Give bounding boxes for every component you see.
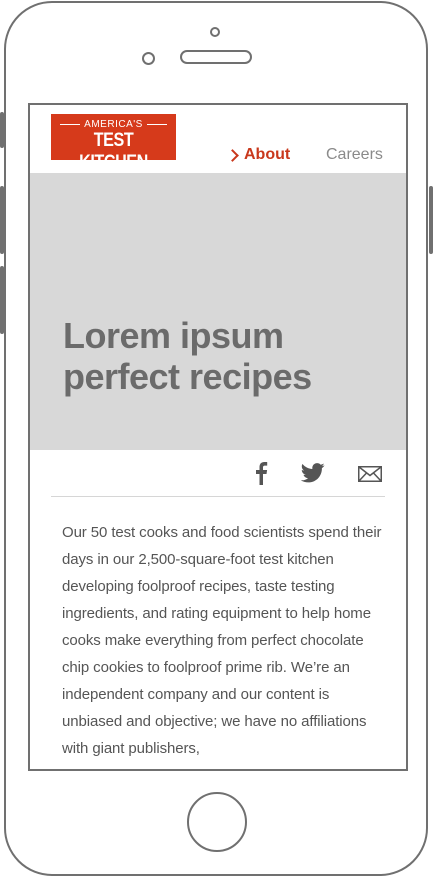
chevron-right-icon — [226, 148, 239, 162]
nav-about-label: About — [244, 146, 291, 163]
twitter-icon[interactable] — [300, 463, 325, 488]
site-header: AMERICA'S TEST KITCHEN About Careers — [30, 105, 406, 175]
side-button-mute — [0, 112, 4, 148]
logo-top-text: AMERICA'S — [84, 119, 143, 130]
home-button[interactable] — [187, 792, 247, 852]
about-paragraph: Our 50 test cooks and food scientists sp… — [62, 524, 382, 757]
front-camera — [210, 27, 220, 37]
main-nav: About Careers — [30, 146, 406, 166]
phone-screen: AMERICA'S TEST KITCHEN About Careers Lor… — [28, 103, 408, 771]
share-divider — [51, 496, 385, 497]
share-bar — [30, 461, 406, 489]
nav-careers-link[interactable]: Careers — [326, 146, 383, 164]
hero-title-line2: perfect recipes — [63, 356, 312, 397]
proximity-sensor — [142, 52, 155, 65]
hero-title-line1: Lorem ipsum — [63, 315, 284, 356]
email-icon[interactable] — [358, 466, 382, 487]
hero-title: Lorem ipsum perfect recipes — [63, 315, 312, 397]
nav-about-link[interactable]: About — [226, 146, 291, 164]
side-button-power — [429, 186, 433, 254]
earpiece-speaker — [180, 50, 252, 64]
side-button-volume-down — [0, 266, 4, 334]
side-button-volume-up — [0, 186, 4, 254]
facebook-icon[interactable] — [253, 461, 269, 490]
hero-banner: Lorem ipsum perfect recipes — [30, 173, 406, 450]
